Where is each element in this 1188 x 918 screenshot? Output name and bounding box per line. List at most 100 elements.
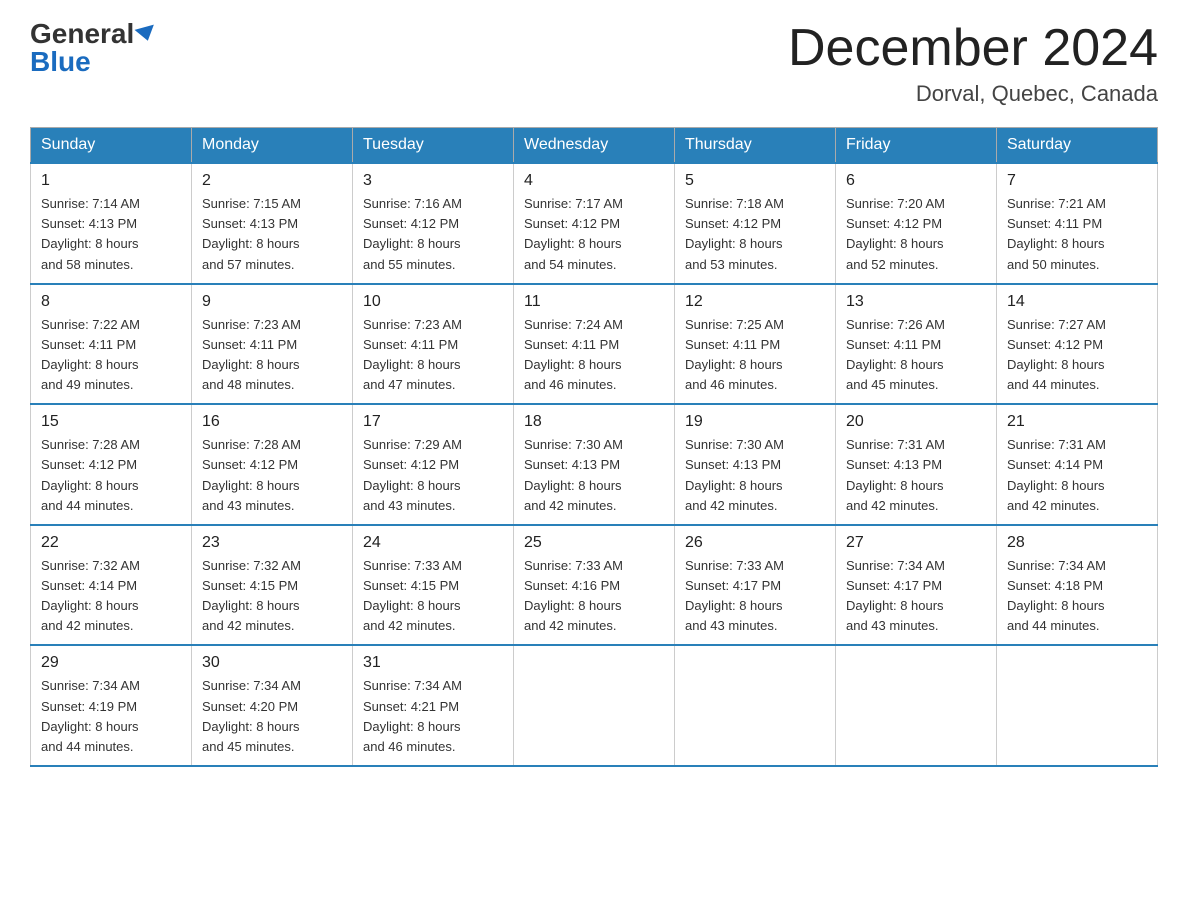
- calendar-cell: 18 Sunrise: 7:30 AMSunset: 4:13 PMDaylig…: [514, 404, 675, 525]
- day-info: Sunrise: 7:17 AMSunset: 4:12 PMDaylight:…: [524, 196, 623, 271]
- day-info: Sunrise: 7:31 AMSunset: 4:14 PMDaylight:…: [1007, 437, 1106, 512]
- calendar-table: SundayMondayTuesdayWednesdayThursdayFrid…: [30, 127, 1158, 767]
- day-number: 4: [524, 172, 664, 190]
- day-number: 25: [524, 534, 664, 552]
- calendar-cell: [514, 645, 675, 766]
- day-info: Sunrise: 7:34 AMSunset: 4:19 PMDaylight:…: [41, 678, 140, 753]
- calendar-week-3: 15 Sunrise: 7:28 AMSunset: 4:12 PMDaylig…: [31, 404, 1158, 525]
- day-header-wednesday: Wednesday: [514, 128, 675, 164]
- calendar-cell: 14 Sunrise: 7:27 AMSunset: 4:12 PMDaylig…: [997, 284, 1158, 405]
- calendar-week-4: 22 Sunrise: 7:32 AMSunset: 4:14 PMDaylig…: [31, 525, 1158, 646]
- calendar-cell: 12 Sunrise: 7:25 AMSunset: 4:11 PMDaylig…: [675, 284, 836, 405]
- logo-general-text: General: [30, 20, 134, 48]
- day-number: 22: [41, 534, 181, 552]
- calendar-cell: [836, 645, 997, 766]
- calendar-cell: 17 Sunrise: 7:29 AMSunset: 4:12 PMDaylig…: [353, 404, 514, 525]
- calendar-cell: 13 Sunrise: 7:26 AMSunset: 4:11 PMDaylig…: [836, 284, 997, 405]
- day-number: 6: [846, 172, 986, 190]
- calendar-cell: 7 Sunrise: 7:21 AMSunset: 4:11 PMDayligh…: [997, 163, 1158, 284]
- calendar-cell: [997, 645, 1158, 766]
- day-number: 14: [1007, 293, 1147, 311]
- day-info: Sunrise: 7:33 AMSunset: 4:17 PMDaylight:…: [685, 558, 784, 633]
- day-info: Sunrise: 7:34 AMSunset: 4:18 PMDaylight:…: [1007, 558, 1106, 633]
- day-info: Sunrise: 7:15 AMSunset: 4:13 PMDaylight:…: [202, 196, 301, 271]
- day-header-friday: Friday: [836, 128, 997, 164]
- day-number: 12: [685, 293, 825, 311]
- calendar-cell: 27 Sunrise: 7:34 AMSunset: 4:17 PMDaylig…: [836, 525, 997, 646]
- day-number: 20: [846, 413, 986, 431]
- calendar-cell: 23 Sunrise: 7:32 AMSunset: 4:15 PMDaylig…: [192, 525, 353, 646]
- day-number: 29: [41, 654, 181, 672]
- day-number: 30: [202, 654, 342, 672]
- calendar-cell: 11 Sunrise: 7:24 AMSunset: 4:11 PMDaylig…: [514, 284, 675, 405]
- day-info: Sunrise: 7:34 AMSunset: 4:21 PMDaylight:…: [363, 678, 462, 753]
- day-number: 10: [363, 293, 503, 311]
- day-number: 24: [363, 534, 503, 552]
- day-info: Sunrise: 7:26 AMSunset: 4:11 PMDaylight:…: [846, 317, 945, 392]
- day-header-thursday: Thursday: [675, 128, 836, 164]
- logo-blue-text: Blue: [30, 48, 91, 76]
- day-number: 31: [363, 654, 503, 672]
- day-info: Sunrise: 7:33 AMSunset: 4:15 PMDaylight:…: [363, 558, 462, 633]
- day-info: Sunrise: 7:31 AMSunset: 4:13 PMDaylight:…: [846, 437, 945, 512]
- day-number: 13: [846, 293, 986, 311]
- day-info: Sunrise: 7:27 AMSunset: 4:12 PMDaylight:…: [1007, 317, 1106, 392]
- calendar-week-5: 29 Sunrise: 7:34 AMSunset: 4:19 PMDaylig…: [31, 645, 1158, 766]
- day-number: 7: [1007, 172, 1147, 190]
- header-row: SundayMondayTuesdayWednesdayThursdayFrid…: [31, 128, 1158, 164]
- day-info: Sunrise: 7:23 AMSunset: 4:11 PMDaylight:…: [363, 317, 462, 392]
- calendar-cell: 8 Sunrise: 7:22 AMSunset: 4:11 PMDayligh…: [31, 284, 192, 405]
- day-number: 26: [685, 534, 825, 552]
- day-info: Sunrise: 7:33 AMSunset: 4:16 PMDaylight:…: [524, 558, 623, 633]
- day-number: 1: [41, 172, 181, 190]
- day-info: Sunrise: 7:30 AMSunset: 4:13 PMDaylight:…: [685, 437, 784, 512]
- calendar-cell: 26 Sunrise: 7:33 AMSunset: 4:17 PMDaylig…: [675, 525, 836, 646]
- calendar-cell: 6 Sunrise: 7:20 AMSunset: 4:12 PMDayligh…: [836, 163, 997, 284]
- day-number: 23: [202, 534, 342, 552]
- day-number: 5: [685, 172, 825, 190]
- day-header-sunday: Sunday: [31, 128, 192, 164]
- day-info: Sunrise: 7:34 AMSunset: 4:20 PMDaylight:…: [202, 678, 301, 753]
- calendar-cell: 9 Sunrise: 7:23 AMSunset: 4:11 PMDayligh…: [192, 284, 353, 405]
- day-info: Sunrise: 7:23 AMSunset: 4:11 PMDaylight:…: [202, 317, 301, 392]
- day-info: Sunrise: 7:30 AMSunset: 4:13 PMDaylight:…: [524, 437, 623, 512]
- day-number: 18: [524, 413, 664, 431]
- day-number: 9: [202, 293, 342, 311]
- day-info: Sunrise: 7:28 AMSunset: 4:12 PMDaylight:…: [41, 437, 140, 512]
- day-info: Sunrise: 7:32 AMSunset: 4:15 PMDaylight:…: [202, 558, 301, 633]
- day-number: 17: [363, 413, 503, 431]
- day-number: 8: [41, 293, 181, 311]
- month-title: December 2024: [788, 20, 1158, 77]
- calendar-week-2: 8 Sunrise: 7:22 AMSunset: 4:11 PMDayligh…: [31, 284, 1158, 405]
- day-header-monday: Monday: [192, 128, 353, 164]
- day-info: Sunrise: 7:18 AMSunset: 4:12 PMDaylight:…: [685, 196, 784, 271]
- calendar-cell: 29 Sunrise: 7:34 AMSunset: 4:19 PMDaylig…: [31, 645, 192, 766]
- day-info: Sunrise: 7:14 AMSunset: 4:13 PMDaylight:…: [41, 196, 140, 271]
- day-number: 19: [685, 413, 825, 431]
- day-number: 2: [202, 172, 342, 190]
- calendar-cell: 28 Sunrise: 7:34 AMSunset: 4:18 PMDaylig…: [997, 525, 1158, 646]
- calendar-cell: 21 Sunrise: 7:31 AMSunset: 4:14 PMDaylig…: [997, 404, 1158, 525]
- calendar-cell: 2 Sunrise: 7:15 AMSunset: 4:13 PMDayligh…: [192, 163, 353, 284]
- location-text: Dorval, Quebec, Canada: [788, 81, 1158, 107]
- day-info: Sunrise: 7:29 AMSunset: 4:12 PMDaylight:…: [363, 437, 462, 512]
- calendar-cell: 1 Sunrise: 7:14 AMSunset: 4:13 PMDayligh…: [31, 163, 192, 284]
- day-info: Sunrise: 7:25 AMSunset: 4:11 PMDaylight:…: [685, 317, 784, 392]
- day-header-saturday: Saturday: [997, 128, 1158, 164]
- calendar-cell: 20 Sunrise: 7:31 AMSunset: 4:13 PMDaylig…: [836, 404, 997, 525]
- calendar-cell: 5 Sunrise: 7:18 AMSunset: 4:12 PMDayligh…: [675, 163, 836, 284]
- day-info: Sunrise: 7:20 AMSunset: 4:12 PMDaylight:…: [846, 196, 945, 271]
- calendar-cell: 31 Sunrise: 7:34 AMSunset: 4:21 PMDaylig…: [353, 645, 514, 766]
- calendar-cell: 4 Sunrise: 7:17 AMSunset: 4:12 PMDayligh…: [514, 163, 675, 284]
- day-number: 27: [846, 534, 986, 552]
- calendar-cell: 25 Sunrise: 7:33 AMSunset: 4:16 PMDaylig…: [514, 525, 675, 646]
- day-number: 21: [1007, 413, 1147, 431]
- calendar-cell: 24 Sunrise: 7:33 AMSunset: 4:15 PMDaylig…: [353, 525, 514, 646]
- logo: General Blue: [30, 20, 156, 76]
- day-info: Sunrise: 7:21 AMSunset: 4:11 PMDaylight:…: [1007, 196, 1106, 271]
- calendar-cell: 16 Sunrise: 7:28 AMSunset: 4:12 PMDaylig…: [192, 404, 353, 525]
- day-info: Sunrise: 7:32 AMSunset: 4:14 PMDaylight:…: [41, 558, 140, 633]
- day-info: Sunrise: 7:34 AMSunset: 4:17 PMDaylight:…: [846, 558, 945, 633]
- title-section: December 2024 Dorval, Quebec, Canada: [788, 20, 1158, 107]
- calendar-cell: 3 Sunrise: 7:16 AMSunset: 4:12 PMDayligh…: [353, 163, 514, 284]
